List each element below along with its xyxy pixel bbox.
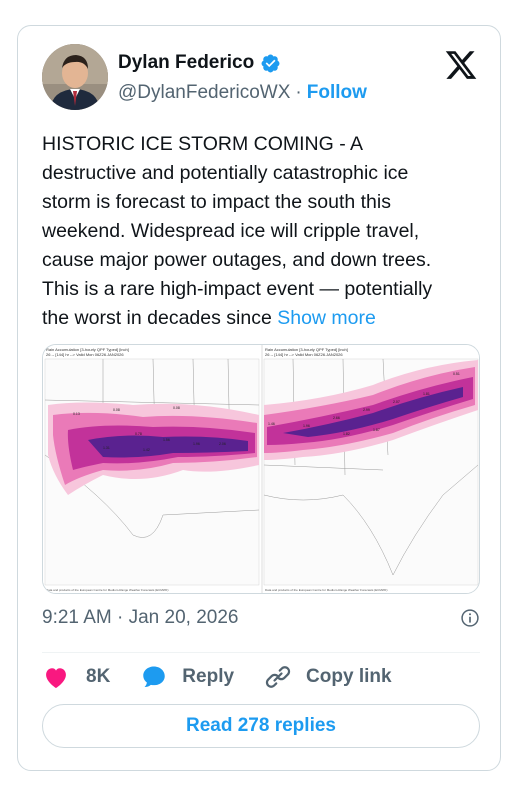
display-name[interactable]: Dylan Federico	[118, 52, 254, 74]
action-bar: 8K Reply Copy link	[42, 662, 422, 692]
left-map-subtitle: 26 -- [144] hr --> Valid Mon 06Z26.JAN20…	[46, 352, 124, 357]
like-count: 8K	[86, 666, 111, 687]
avatar-image	[42, 44, 108, 110]
like-button[interactable]: 8K	[42, 663, 110, 691]
svg-text:0.78: 0.78	[135, 432, 142, 436]
svg-text:0.08: 0.08	[173, 406, 180, 410]
heart-icon	[46, 668, 66, 689]
divider	[42, 652, 480, 653]
follow-button[interactable]: Follow	[307, 82, 367, 104]
svg-text:1.31: 1.31	[103, 446, 110, 450]
reply-label: Reply	[182, 666, 235, 687]
read-replies-button[interactable]: Read 278 replies	[42, 704, 480, 748]
left-map-panel: Rain Accumulation [3-hourly QPF Typed] […	[43, 345, 261, 593]
svg-text:0.08: 0.08	[113, 408, 120, 412]
author-name-row: Dylan Federico	[118, 50, 367, 76]
svg-text:1.87: 1.87	[373, 428, 380, 432]
svg-text:1.56: 1.56	[163, 438, 170, 442]
left-map-footer: Data and products of the European Centre…	[46, 588, 169, 592]
svg-text:1.81: 1.81	[423, 392, 430, 396]
copy-link-button[interactable]: Copy link	[264, 663, 392, 691]
speech-bubble-icon	[143, 666, 166, 688]
copy-link-label: Copy link	[306, 666, 392, 687]
svg-text:0.51: 0.51	[453, 372, 460, 376]
svg-text:1.46: 1.46	[268, 422, 275, 426]
svg-text:2.06: 2.06	[219, 442, 226, 446]
handle-row: @DylanFedericoWX · Follow	[118, 80, 367, 106]
separator-dot: ·	[295, 82, 302, 103]
svg-text:2.07: 2.07	[393, 400, 400, 404]
tweet-text: HISTORIC ICE STORM COMING - A destructiv…	[42, 130, 488, 333]
x-logo-icon[interactable]	[444, 48, 478, 82]
info-icon[interactable]	[460, 608, 480, 628]
right-map-footer: Data and products of the European Centre…	[265, 588, 388, 592]
tweet-card: Dylan Federico @DylanFedericoWX · Follow…	[17, 25, 501, 771]
svg-text:1.96: 1.96	[303, 424, 310, 428]
timestamp[interactable]: 9:21 AM · Jan 20, 2026	[42, 607, 238, 629]
timestamp-row: 9:21 AM · Jan 20, 2026	[42, 604, 480, 632]
svg-text:1.42: 1.42	[143, 448, 150, 452]
reply-button[interactable]: Reply	[140, 663, 234, 691]
svg-text:1.82: 1.82	[343, 432, 350, 436]
verified-badge-icon	[261, 54, 280, 72]
svg-text:1.96: 1.96	[193, 442, 200, 446]
tweet-body: HISTORIC ICE STORM COMING - A destructiv…	[42, 133, 433, 329]
avatar[interactable]	[42, 44, 108, 110]
author-block: Dylan Federico @DylanFedericoWX · Follow	[118, 50, 367, 106]
svg-text:2.99: 2.99	[363, 408, 370, 412]
forecast-maps: Rain Accumulation [3-hourly QPF Typed] […	[43, 345, 479, 593]
right-map-subtitle: 26 -- [144] hr --> Valid Mon 06Z26.JAN20…	[265, 352, 343, 357]
show-more-link[interactable]: Show more	[277, 307, 376, 329]
forecast-map-image[interactable]: Rain Accumulation [3-hourly QPF Typed] […	[42, 344, 480, 594]
svg-text:2.66: 2.66	[333, 416, 340, 420]
svg-text:0.13: 0.13	[73, 412, 80, 416]
link-icon	[265, 666, 291, 688]
handle[interactable]: @DylanFedericoWX	[118, 82, 290, 104]
right-map-panel: Rain Accumulation [3-hourly QPF Typed] […	[263, 345, 479, 593]
